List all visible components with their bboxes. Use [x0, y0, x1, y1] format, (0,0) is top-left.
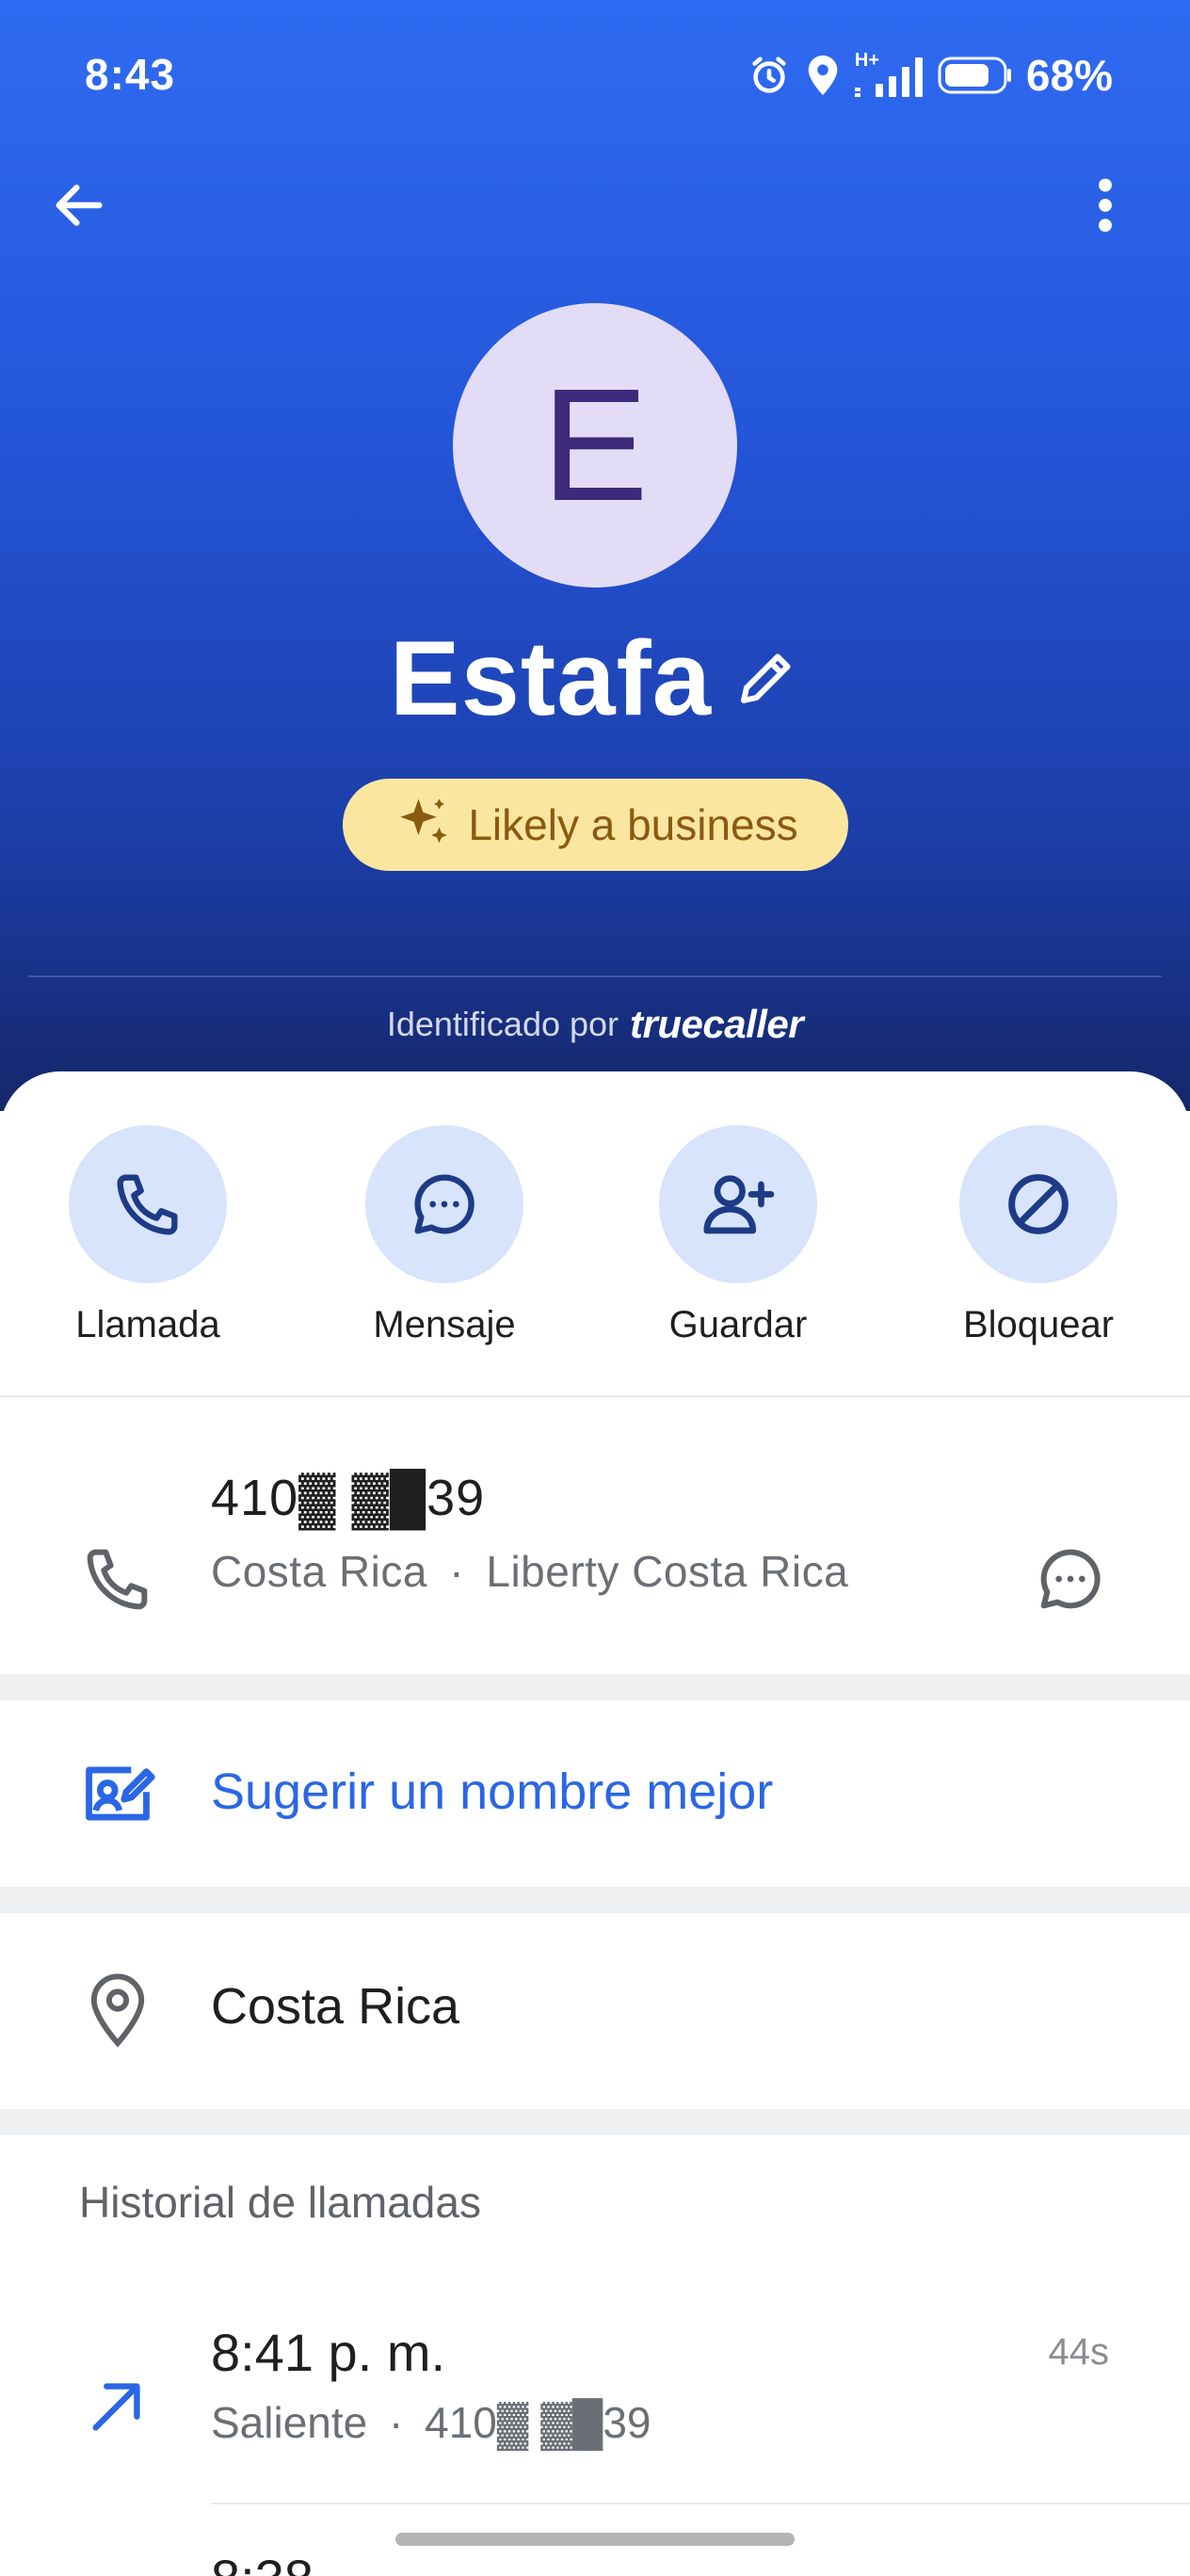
save-action-button[interactable]: Guardar	[630, 1125, 846, 1351]
sparkle-icon	[400, 798, 448, 844]
block-action-label: Bloquear	[962, 1304, 1115, 1345]
call-detail-line: Saliente · 410▓ ▓█39	[211, 2397, 651, 2448]
message-action-label: Mensaje	[373, 1304, 516, 1345]
location-pin-icon	[804, 54, 842, 97]
save-action-circle[interactable]	[659, 1125, 817, 1283]
block-action-circle[interactable]	[959, 1125, 1118, 1283]
network-type: H+	[854, 50, 880, 71]
location-icon-wrap	[75, 1968, 160, 2053]
business-badge[interactable]: Likely a business	[343, 779, 848, 871]
call-history-title: Historial de llamadas	[79, 2178, 481, 2227]
quick-actions: Llamada Mensaje Guardar Bloquear	[0, 1125, 1190, 1351]
section-gap	[0, 2109, 1190, 2135]
business-badge-label: Likely a business	[468, 800, 798, 849]
sms-button[interactable]	[1028, 1537, 1113, 1621]
contact-name-row[interactable]: Estafa	[0, 612, 1190, 744]
call-separator: ·	[389, 2398, 404, 2447]
section-gap	[0, 1887, 1190, 1913]
phone-icon	[87, 1549, 148, 1610]
location-row	[0, 1913, 1190, 2109]
call-time-next: 8:38	[211, 2548, 314, 2576]
call-divider	[211, 2503, 1190, 2504]
call-action-label: Llamada	[75, 1304, 220, 1345]
home-indicator[interactable]	[395, 2533, 795, 2546]
phone-country: Costa Rica	[211, 1547, 427, 1596]
location-pin-icon	[90, 1973, 145, 2048]
back-button[interactable]	[41, 168, 117, 243]
message-icon	[1040, 1549, 1101, 1609]
battery-icon	[938, 55, 1013, 96]
phone-carrier-line: Costa Rica · Liberty Costa Rica	[211, 1546, 848, 1597]
arrow-left-icon	[56, 185, 103, 226]
edit-contact-card-icon	[86, 1766, 155, 1821]
battery-percentage: 68%	[1025, 51, 1113, 100]
call-action-button[interactable]: Llamada	[40, 1125, 256, 1351]
call-duration: 44s	[1048, 2331, 1110, 2373]
header-divider	[28, 975, 1162, 977]
save-action-label: Guardar	[668, 1304, 808, 1345]
call-direction: Saliente	[211, 2398, 368, 2447]
status-bar: 8:43 H+ 68%	[0, 0, 1190, 151]
block-icon	[1008, 1174, 1069, 1234]
phone-row-icon-wrap	[75, 1537, 160, 1621]
identified-by: Identificado por truecaller	[0, 996, 1190, 1053]
signal-icon: H+	[854, 50, 925, 99]
contact-name: Estafa	[389, 619, 713, 737]
outgoing-icon-wrap	[75, 2363, 160, 2448]
call-number: 410▓ ▓█39	[425, 2398, 651, 2447]
message-icon	[414, 1174, 474, 1234]
phone-carrier: Liberty Costa Rica	[486, 1547, 849, 1596]
status-time: 8:43	[85, 50, 176, 99]
profile-header: 8:43 H+ 68% E Estafa Likely a business I…	[0, 0, 1190, 1111]
suggest-name-label[interactable]: Sugerir un nombre mejor	[211, 1763, 773, 1821]
message-action-button[interactable]: Mensaje	[336, 1125, 553, 1351]
identified-by-label: Identificado por	[386, 1005, 619, 1043]
alarm-icon	[748, 54, 791, 97]
phone-number[interactable]: 410▓ ▓█39	[211, 1469, 485, 1527]
outgoing-call-arrow-icon	[92, 2383, 140, 2431]
call-action-circle[interactable]	[69, 1125, 227, 1283]
call-time: 8:41 p. m.	[211, 2323, 446, 2382]
phone-icon	[117, 1174, 178, 1235]
more-vert-icon	[1099, 178, 1112, 233]
more-options-button[interactable]	[1068, 168, 1143, 243]
section-gap	[0, 1674, 1190, 1700]
avatar: E	[453, 303, 737, 588]
phone-separator: ·	[449, 1547, 465, 1596]
truecaller-logo: truecaller	[630, 1002, 804, 1046]
status-icons: H+ 68%	[748, 47, 1113, 104]
block-action-button[interactable]: Bloquear	[930, 1125, 1147, 1351]
edit-pencil-icon[interactable]	[732, 644, 800, 712]
call-history-item[interactable]	[0, 2278, 1190, 2501]
suggest-icon-wrap	[75, 1751, 160, 1836]
message-action-circle[interactable]	[365, 1125, 523, 1283]
location-label: Costa Rica	[211, 1978, 460, 2035]
add-contact-icon	[703, 1175, 775, 1234]
phone-row[interactable]	[0, 1397, 1190, 1674]
